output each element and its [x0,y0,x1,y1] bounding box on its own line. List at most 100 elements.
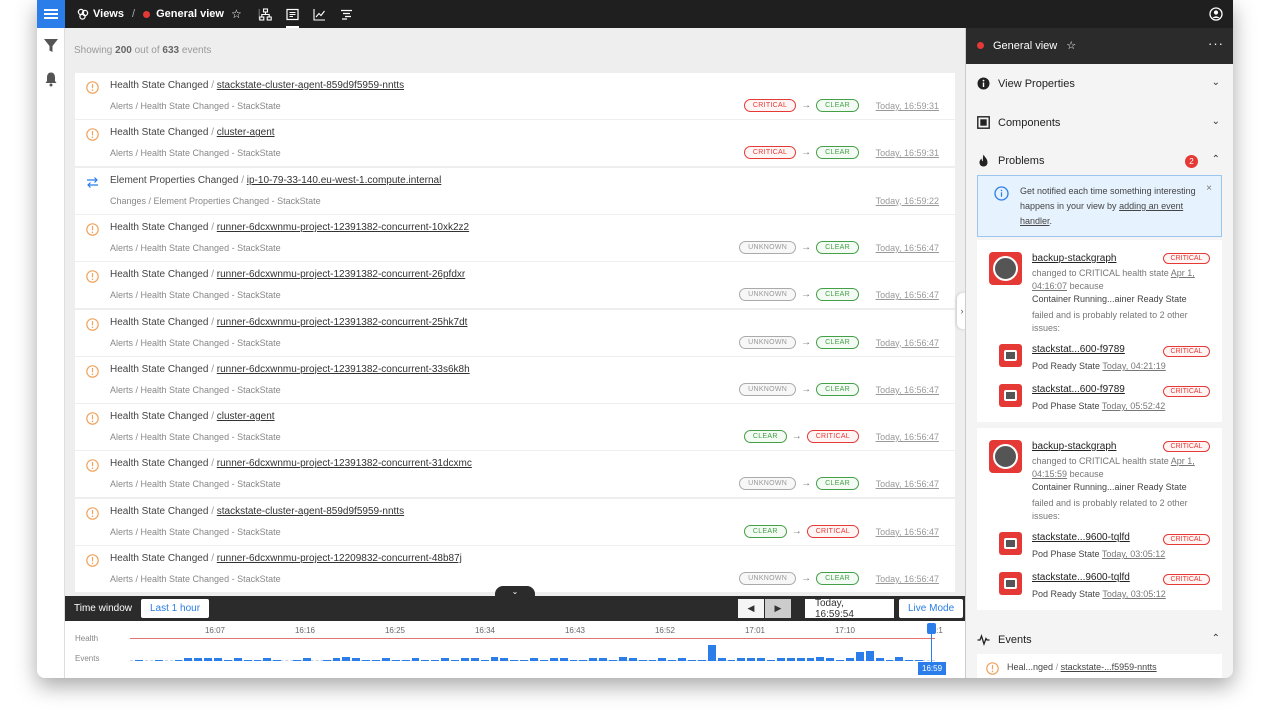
event-row[interactable]: Health State Changed / runner-6dcxwnmu-p… [75,451,955,498]
event-timestamp[interactable]: Today, 16:59:22 [876,196,939,206]
event-count-bar[interactable] [717,658,726,661]
event-target-link[interactable]: stackstate-cluster-agent-859d9f5959-nntt… [217,506,404,517]
related-component-link[interactable]: stackstat...600-f9789 [1032,344,1125,355]
event-target-link[interactable]: runner-6dcxwnmu-project-12391382-concurr… [217,364,470,375]
views-link[interactable]: Views [93,8,124,20]
more-options-icon[interactable]: ··· [1208,36,1224,51]
event-count-bar[interactable] [233,658,242,661]
event-count-bar[interactable] [154,659,163,661]
event-count-bar[interactable] [885,659,894,661]
event-count-bar[interactable] [707,645,716,661]
event-count-bar[interactable] [243,659,252,661]
event-count-bar[interactable] [737,658,746,661]
event-timestamp[interactable]: Today, 16:56:47 [876,290,939,300]
event-row[interactable]: Health State Changed / stackstate-cluste… [75,73,955,119]
panel-event-target[interactable]: stackstate-...f5959-nntts [1061,662,1157,672]
event-count-bar[interactable] [253,659,262,661]
metrics-chart-icon[interactable] [313,8,326,21]
event-target-link[interactable]: runner-6dcxwnmu-project-12391382-concurr… [217,269,465,280]
event-count-bar[interactable] [352,658,361,661]
event-count-bar[interactable] [381,658,390,661]
chevron-up-icon[interactable]: ⌃ [1212,633,1220,644]
event-row[interactable]: Health State Changed / stackstate-cluste… [75,498,955,545]
event-count-bar[interactable] [322,659,331,661]
event-count-bar[interactable] [500,658,509,661]
problem-component-link[interactable]: backup-stackgraph [1032,253,1117,264]
event-count-bar[interactable] [293,659,301,661]
event-count-bar[interactable] [618,657,627,661]
event-count-bar[interactable] [569,659,578,661]
event-row[interactable]: Element Properties Changed / ip-10-79-33… [75,167,955,214]
event-count-bar[interactable] [135,659,143,661]
problem-card[interactable]: backup-stackgraph CRITICAL changed to CR… [977,240,1222,422]
event-timestamp[interactable]: Today, 16:56:47 [876,338,939,348]
event-count-bar[interactable] [184,658,193,661]
event-count-bar[interactable] [628,658,637,661]
related-component-link[interactable]: stackstate...9600-tqlfd [1032,572,1130,583]
event-count-bar[interactable] [668,659,677,661]
event-count-bar[interactable] [539,659,548,661]
event-timestamp[interactable]: Today, 16:56:47 [876,385,939,395]
event-count-bar[interactable] [648,659,657,661]
event-count-bar[interactable] [421,659,430,661]
related-component-link[interactable]: stackstate...9600-tqlfd [1032,532,1130,543]
section-view-properties[interactable]: View Properties ⌄ [966,69,1233,99]
view-name[interactable]: General view [156,8,224,20]
user-avatar-icon[interactable] [1209,7,1223,21]
problem-card[interactable]: backup-stackgraph CRITICAL changed to CR… [977,428,1222,610]
event-count-bar[interactable] [658,658,667,661]
event-count-bar[interactable] [757,658,765,661]
event-count-bar[interactable] [865,650,874,661]
event-count-bar[interactable] [510,659,519,661]
step-back-button[interactable]: ◀ [738,599,764,618]
notifications-bell-icon[interactable] [43,71,59,87]
event-count-bar[interactable] [727,659,736,661]
step-forward-button[interactable]: ▶ [765,599,791,618]
panel-star-icon[interactable]: ☆ [1066,40,1076,52]
section-problems[interactable]: Problems 2 ⌃ [966,146,1233,176]
event-timestamp[interactable]: Today, 16:59:31 [876,101,939,111]
chevron-up-icon[interactable]: ⌃ [1212,154,1220,165]
event-target-link[interactable]: cluster-agent [217,127,275,138]
topology-icon[interactable] [259,8,272,21]
event-timestamp[interactable]: Today, 16:56:47 [876,243,939,253]
related-timestamp[interactable]: Today, 03:05:12 [1102,549,1165,559]
event-target-link[interactable]: cluster-agent [217,411,275,422]
event-count-bar[interactable] [836,659,844,661]
event-count-bar[interactable] [451,659,459,661]
event-count-bar[interactable] [470,658,479,661]
event-count-bar[interactable] [688,659,696,661]
event-count-bar[interactable] [520,659,528,661]
traces-icon[interactable] [340,8,353,21]
event-count-bar[interactable] [302,658,311,661]
chevron-down-icon[interactable]: ⌄ [1212,116,1220,127]
event-count-bar[interactable] [431,659,440,661]
section-components[interactable]: Components ⌄ [966,108,1233,138]
event-count-bar[interactable] [391,659,400,661]
event-count-bar[interactable] [767,659,775,661]
event-count-bar[interactable] [401,659,410,661]
event-count-bar[interactable] [806,658,815,661]
event-count-bar[interactable] [441,658,449,661]
event-timestamp[interactable]: Today, 16:56:47 [876,527,939,537]
event-count-bar[interactable] [905,659,914,661]
event-count-bar[interactable] [796,658,805,661]
event-timestamp[interactable]: Today, 16:56:47 [876,574,939,584]
event-count-bar[interactable] [263,658,272,661]
event-count-bar[interactable] [826,658,835,661]
event-row[interactable]: Health State Changed / cluster-agent Ale… [75,120,955,167]
event-timestamp[interactable]: Today, 16:56:47 [876,479,939,489]
event-count-bar[interactable] [747,658,756,661]
event-target-link[interactable]: runner-6dcxwnmu-project-12391382-concurr… [217,317,468,328]
event-count-bar[interactable] [411,658,420,661]
event-timestamp[interactable]: Today, 16:56:47 [876,432,939,442]
event-target-link[interactable]: runner-6dcxwnmu-project-12391382-concurr… [217,458,472,469]
event-row[interactable]: Health State Changed / runner-6dcxwnmu-p… [75,356,955,403]
live-mode-button[interactable]: Live Mode [899,599,964,618]
event-count-bar[interactable] [697,659,706,661]
event-count-bar[interactable] [174,659,183,661]
current-time-display[interactable]: Today, 16:59:54 [805,598,894,620]
event-count-bar[interactable] [786,658,795,661]
event-count-bar[interactable] [875,658,884,661]
event-count-bar[interactable] [599,658,607,661]
